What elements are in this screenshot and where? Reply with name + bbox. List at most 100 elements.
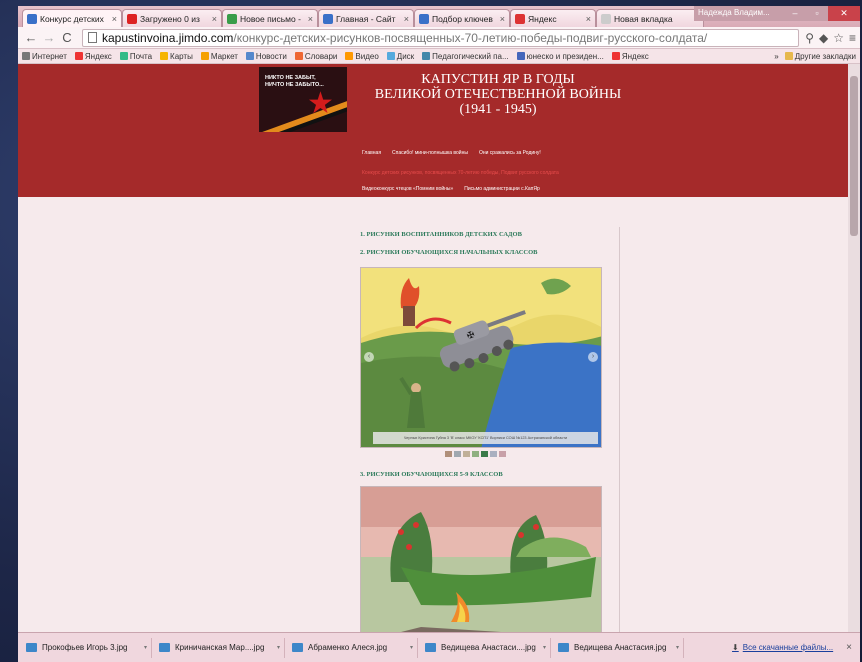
blank-page-icon xyxy=(601,13,611,24)
gallery-image[interactable] xyxy=(360,486,602,638)
section-heading[interactable]: 1. РИСУНКИ ВОСПИТАННИКОВ ДЕТСКИХ САДОВ xyxy=(360,231,522,238)
main-menu-active: Конкурс детских рисунков, посвященных 70… xyxy=(362,170,559,176)
tab-contest[interactable]: Конкурс детских × xyxy=(22,9,122,27)
download-item[interactable]: Криничанская Мар....jpg ▾ xyxy=(155,637,285,658)
minimize-icon[interactable]: – xyxy=(784,6,806,21)
download-item[interactable]: Ведищева Анастаси....jpg ▾ xyxy=(421,637,551,658)
close-tab-icon[interactable]: × xyxy=(209,14,217,24)
bookmark-label: Яндекс xyxy=(84,51,112,61)
bookmark-label: Диск xyxy=(396,51,415,61)
dictionary-icon xyxy=(294,52,303,60)
bookmark-item[interactable]: Яндекс xyxy=(74,51,112,61)
download-item[interactable]: Прокофьев Игорь 3.jpg ▾ xyxy=(22,637,152,658)
chevron-down-icon[interactable]: ▾ xyxy=(144,644,147,651)
other-bookmarks[interactable]: Другие закладки xyxy=(784,52,856,61)
bookmark-item[interactable]: Маркет xyxy=(200,51,238,61)
bookmark-item[interactable]: юнеско и президен... xyxy=(516,52,604,61)
tab-label: Новое письмо - xyxy=(240,13,301,24)
close-window-icon[interactable]: ✕ xyxy=(828,6,860,21)
bookmark-label: Педагогический па... xyxy=(432,51,509,61)
download-item[interactable]: Абраменко Алеся.jpg ▾ xyxy=(288,637,418,658)
gallery-image[interactable]: ✠ ‹ › Черных Кристина Гуйна 3 'В' класс … xyxy=(360,267,602,448)
chevron-down-icon[interactable]: ▾ xyxy=(277,644,280,651)
tab-yandex[interactable]: Яндекс × xyxy=(510,9,596,27)
tab-strip: Конкурс детских × Загружено 0 из × Новое… xyxy=(18,6,860,27)
globe-icon xyxy=(422,52,431,60)
download-item[interactable]: Ведищева Анастасия.jpg ▾ xyxy=(554,637,684,658)
bookmark-label: Маркет xyxy=(210,51,238,61)
bookmark-item[interactable]: Новости xyxy=(245,51,287,61)
bookmark-item[interactable]: Интернет xyxy=(22,52,67,61)
tab-site-main[interactable]: Главная - Сайт × xyxy=(318,9,414,27)
slider-next-button[interactable]: › xyxy=(588,352,598,362)
download-arrow-icon: ⬇ xyxy=(732,643,739,652)
section-heading[interactable]: 2. РИСУНКИ ОБУЧАЮЩИХСЯ НАЧАЛЬНЫХ КЛАССОВ xyxy=(360,249,538,256)
tab-keywords[interactable]: Подбор ключев × xyxy=(414,9,510,27)
chevron-down-icon[interactable]: ▾ xyxy=(410,644,413,651)
search-icon[interactable]: ⚲ xyxy=(805,31,814,45)
title-line: КАПУСТИН ЯР В ГОДЫ xyxy=(421,72,575,87)
close-tab-icon[interactable]: × xyxy=(401,14,409,24)
bookmark-label: Новости xyxy=(255,51,287,61)
close-tab-icon[interactable]: × xyxy=(497,14,505,24)
menu-item-thanks[interactable]: Спасибо! мини-полнышка войны xyxy=(392,150,468,156)
close-tab-icon[interactable]: × xyxy=(583,14,591,24)
bookmark-item[interactable]: Словари xyxy=(294,52,337,61)
youtube-icon xyxy=(127,13,137,24)
bookmark-item[interactable]: Видео xyxy=(345,52,379,61)
forward-icon[interactable]: → xyxy=(40,30,58,45)
back-icon[interactable]: ← xyxy=(22,30,40,45)
chevron-down-icon[interactable]: ▾ xyxy=(676,644,679,651)
thumbnail[interactable] xyxy=(472,451,479,457)
close-downloads-icon[interactable]: × xyxy=(846,642,852,653)
yandex-icon xyxy=(516,52,525,60)
bookmark-item[interactable]: Карты xyxy=(160,52,193,61)
thumbnail[interactable] xyxy=(445,451,452,457)
close-tab-icon[interactable]: × xyxy=(109,14,117,24)
title-line: (1941 - 1945) xyxy=(459,102,537,117)
menu-item-home[interactable]: Главная xyxy=(362,150,381,156)
download-filename: Ведищева Анастасия.jpg xyxy=(574,643,667,652)
gallery-thumbnails xyxy=(445,451,506,457)
tab-downloads[interactable]: Загружено 0 из × xyxy=(122,9,222,27)
thumbnail[interactable] xyxy=(454,451,461,457)
tab-new-tab[interactable]: Новая вкладка × xyxy=(596,9,704,27)
slider-prev-button[interactable]: ‹ xyxy=(364,352,374,362)
thumbnail[interactable] xyxy=(499,451,506,457)
show-all-downloads-link[interactable]: ⬇ Все скачанные файлы... xyxy=(732,643,833,652)
extension-icon[interactable]: ◆ xyxy=(819,31,828,45)
page-scrollbar[interactable] xyxy=(848,64,860,638)
yandex-icon xyxy=(515,13,525,24)
reload-icon[interactable]: C xyxy=(58,30,76,45)
menu-item-contest[interactable]: Конкурс детских рисунков, посвященных 70… xyxy=(362,170,559,176)
web-page: НИКТО НЕ ЗАБЫТ, НИЧТО НЕ ЗАБЫТО... ★ КАП… xyxy=(18,64,848,638)
thumbnail[interactable] xyxy=(463,451,470,457)
tab-new-mail[interactable]: Новое письмо - × xyxy=(222,9,318,27)
site-logo[interactable]: НИКТО НЕ ЗАБЫТ, НИЧТО НЕ ЗАБЫТО... ★ xyxy=(259,67,347,132)
title-line: ВЕЛИКОЙ ОТЕЧЕСТВЕННОЙ ВОЙНЫ xyxy=(374,87,622,102)
bookmark-item[interactable]: Яндекс xyxy=(611,52,649,61)
menu-item-fought[interactable]: Они сражались за Родину! xyxy=(479,150,541,156)
mail-icon xyxy=(227,13,237,24)
thumbnail[interactable] xyxy=(481,451,488,457)
section-heading[interactable]: 3. РИСУНКИ ОБУЧАЮЩИХСЯ 5-9 КЛАССОВ xyxy=(360,471,503,478)
menu-item-video-contest[interactable]: Видеоконкурс чтецов «Помним войны» xyxy=(362,186,453,192)
address-bar[interactable]: kapustinvoina.jimdo.com/конкурс-детских-… xyxy=(82,28,800,47)
bookmark-item[interactable]: Педагогический па... xyxy=(422,51,509,61)
profile-name[interactable]: Надежда Владим... xyxy=(694,6,784,21)
bookmark-item[interactable]: Почта xyxy=(119,52,152,61)
image-file-icon xyxy=(159,643,170,652)
menu-icon[interactable]: ≡ xyxy=(849,31,856,45)
maximize-icon[interactable]: ▫ xyxy=(806,6,828,21)
image-file-icon xyxy=(26,643,37,652)
bookmark-item[interactable]: Диск xyxy=(386,51,415,61)
chevron-down-icon[interactable]: ▾ xyxy=(543,644,546,651)
close-tab-icon[interactable]: × xyxy=(305,14,313,24)
star-icon[interactable]: ☆ xyxy=(833,31,844,45)
menu-item-letter[interactable]: Письмо администрации с.КапЯр xyxy=(464,186,539,192)
bookmarks-overflow-icon[interactable]: » xyxy=(774,52,778,61)
bookmarks-bar: Интернет Яндекс Почта Карты Маркет Новос… xyxy=(18,49,860,64)
download-filename: Ведищева Анастаси....jpg xyxy=(441,643,536,652)
thumbnail[interactable] xyxy=(490,451,497,457)
scrollbar-thumb[interactable] xyxy=(850,76,858,236)
